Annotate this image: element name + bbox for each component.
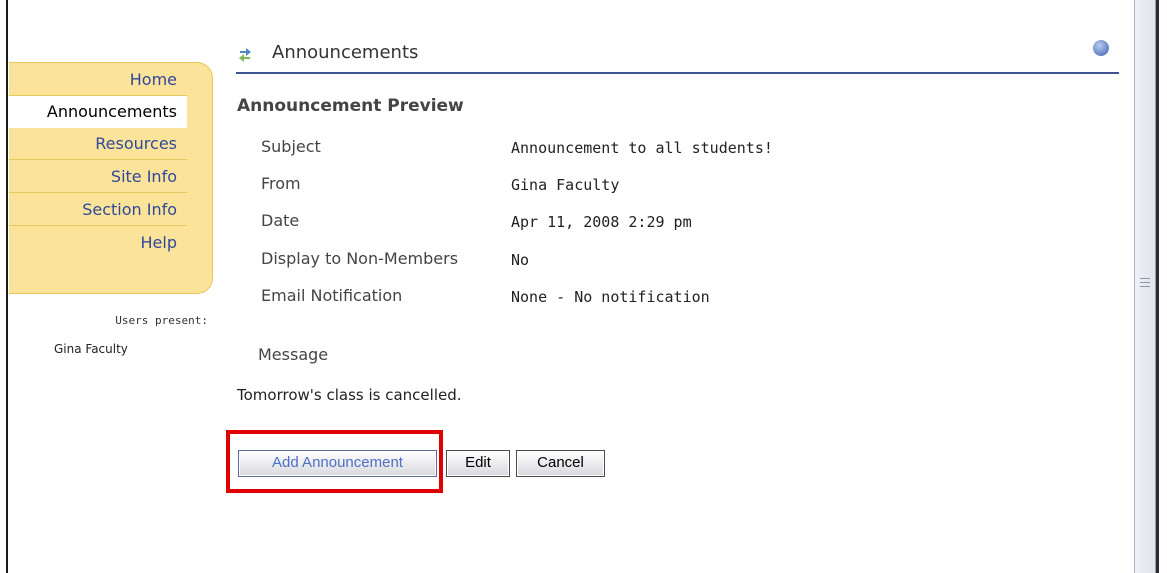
nav-item-section-info[interactable]: Section Info — [9, 194, 187, 226]
subject-value: Announcement to all students! — [511, 139, 773, 157]
page-title: Announcements — [272, 42, 419, 63]
site-tool-menu: Home Announcements Resources Site Info S… — [9, 62, 213, 294]
message-label: Message — [258, 345, 329, 364]
from-value: Gina Faculty — [511, 176, 620, 194]
subject-label: Subject — [261, 137, 321, 156]
nav-item-home[interactable]: Home — [9, 64, 187, 96]
email-notification-value: None - No notification — [511, 288, 710, 306]
scrollbar-grip-icon[interactable] — [1140, 275, 1150, 289]
date-label: Date — [261, 211, 300, 230]
refresh-icon[interactable] — [237, 45, 253, 63]
preview-heading: Announcement Preview — [237, 96, 464, 116]
cancel-button[interactable]: Cancel — [516, 450, 605, 477]
nav-item-resources[interactable]: Resources — [9, 128, 187, 160]
nav-item-site-info[interactable]: Site Info — [9, 161, 187, 193]
display-non-members-label: Display to Non-Members — [261, 249, 459, 268]
from-label: From — [261, 174, 301, 193]
users-present-label: Users present: — [115, 314, 208, 327]
header-divider — [236, 72, 1119, 74]
email-notification-label: Email Notification — [261, 286, 403, 305]
window-right-border — [1156, 0, 1159, 573]
nav-item-announcements[interactable]: Announcements — [9, 96, 187, 128]
vertical-scrollbar[interactable] — [1134, 0, 1156, 573]
date-value: Apr 11, 2008 2:29 pm — [511, 213, 692, 231]
message-body: Tomorrow's class is cancelled. — [237, 386, 462, 404]
user-present-name: Gina Faculty — [54, 342, 128, 356]
help-icon[interactable] — [1093, 40, 1109, 56]
nav-item-help[interactable]: Help — [9, 227, 187, 259]
edit-button[interactable]: Edit — [446, 450, 510, 477]
display-non-members-value: No — [511, 251, 530, 269]
add-announcement-button[interactable]: Add Announcement — [238, 450, 437, 477]
window-left-border — [6, 0, 8, 573]
